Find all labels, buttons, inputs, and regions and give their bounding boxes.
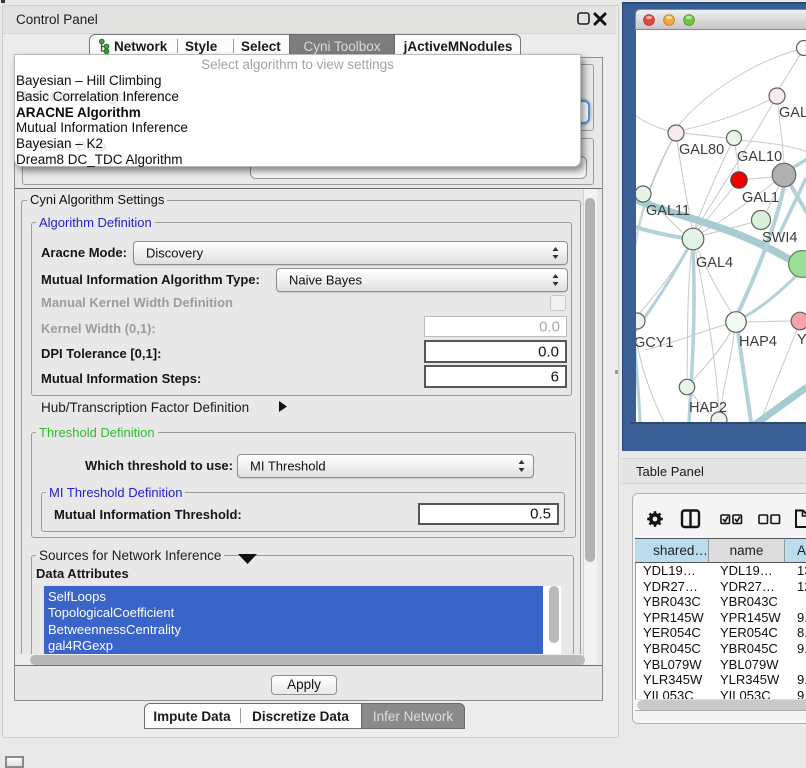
svg-text:GCY1: GCY1 — [636, 335, 674, 351]
svg-text:SWI4: SWI4 — [762, 230, 797, 246]
svg-text:GAL11: GAL11 — [646, 203, 690, 219]
svg-text:YD: YD — [797, 332, 806, 348]
svg-text:GAL4: GAL4 — [696, 255, 733, 271]
svg-text:HAP2: HAP2 — [689, 400, 727, 416]
svg-text:GAL1: GAL1 — [742, 190, 779, 206]
svg-text:GAL80: GAL80 — [679, 142, 724, 158]
svg-text:HAP4: HAP4 — [739, 334, 777, 350]
svg-text:GAL: GAL — [779, 105, 806, 121]
svg-text:GAL10: GAL10 — [737, 149, 782, 165]
